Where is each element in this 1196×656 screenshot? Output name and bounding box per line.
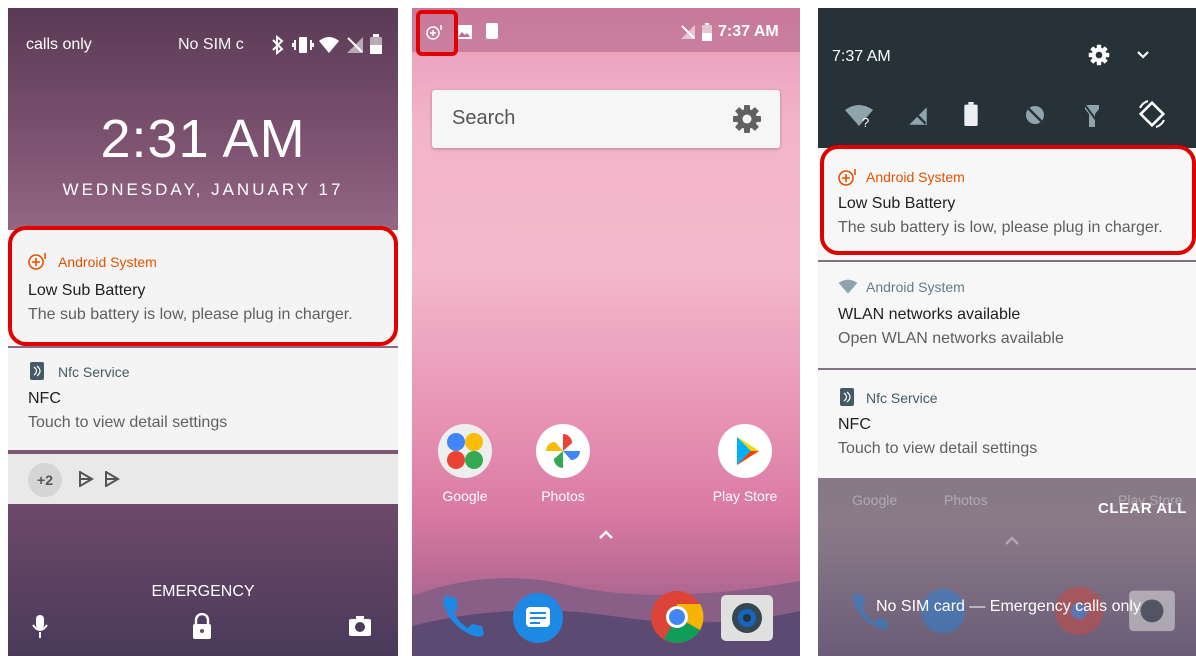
play-store-icon[interactable] [718, 424, 772, 478]
nfc-icon [840, 388, 854, 406]
home-screen: 7:37 AM Search Google Photos Play Store [412, 8, 800, 656]
emergency-button[interactable]: EMERGENCY [8, 583, 398, 601]
bluetooth-icon [270, 35, 286, 55]
shade-time: 7:37 AM [832, 48, 891, 65]
microphone-icon[interactable] [32, 615, 48, 639]
notification-app-name: Nfc Service [58, 364, 130, 380]
messages-icon[interactable] [512, 592, 564, 644]
search-bar[interactable]: Search [432, 90, 780, 148]
wifi-icon [318, 36, 340, 54]
chevron-down-icon[interactable] [1136, 50, 1150, 60]
phone-icon[interactable] [438, 590, 490, 642]
chevron-up-icon [1004, 536, 1020, 546]
battery-icon [702, 23, 712, 41]
notification-app-name: Nfc Service [866, 390, 938, 406]
notification-shade: 7:37 AM ? Android System Low Sub Battery… [818, 8, 1196, 656]
highlight-box [820, 145, 1196, 255]
lock-icon [192, 613, 212, 639]
status-time: 7:37 AM [718, 23, 779, 40]
app-label: Photos [541, 488, 585, 504]
vibrate-icon [292, 36, 314, 54]
status-bar: 7:37 AM [412, 8, 800, 52]
lock-clock: 2:31 AM [100, 109, 306, 169]
wifi-unknown-icon[interactable]: ? [844, 104, 874, 128]
no-signal-icon[interactable] [908, 106, 928, 126]
sim-status-footer: No SIM card — Emergency calls only [876, 598, 1141, 615]
no-signal-icon [346, 36, 364, 54]
notification-body: Open WLAN networks available [838, 330, 1064, 347]
signal-flag-icon [78, 471, 94, 487]
search-label: Search [452, 107, 516, 129]
nfc-icon [30, 362, 44, 380]
do-not-disturb-icon[interactable] [1024, 104, 1046, 126]
notification-overflow-row[interactable]: +2 [8, 454, 398, 504]
chrome-icon[interactable] [650, 590, 704, 644]
nfc-icon [486, 23, 498, 39]
notification-title: NFC [838, 416, 871, 433]
battery-icon[interactable] [964, 102, 978, 126]
flashlight-icon[interactable] [1084, 104, 1100, 128]
photos-icon[interactable] [536, 424, 590, 478]
gear-icon[interactable] [1088, 44, 1110, 66]
svg-text:?: ? [862, 115, 869, 128]
sim-status-text: No SIM c [178, 36, 244, 53]
background-app-label: Google [852, 492, 898, 508]
gear-icon[interactable] [732, 104, 762, 134]
highlight-box [416, 10, 458, 56]
lock-screen: calls only No SIM c 2:31 AM WEDNESDAY, J… [8, 8, 398, 656]
no-signal-icon [680, 24, 696, 40]
lock-date: WEDNESDAY, JANUARY 17 [62, 180, 344, 199]
battery-icon [370, 34, 382, 54]
camera-icon[interactable] [720, 592, 774, 642]
notification-nfc[interactable]: Nfc Service NFC Touch to view detail set… [8, 348, 398, 450]
chevron-up-icon[interactable] [598, 530, 614, 540]
clear-all-button[interactable]: CLEAR ALL [1098, 500, 1187, 517]
background-app-label: Photos [944, 492, 988, 508]
highlight-box [8, 226, 398, 346]
signal-flag-icon [104, 471, 120, 487]
notification-app-name: Android System [866, 279, 965, 295]
image-icon [456, 25, 472, 39]
notification-title: WLAN networks available [838, 306, 1021, 323]
overflow-count-badge: +2 [28, 463, 62, 497]
carrier-text: calls only [26, 36, 92, 53]
app-label: Play Store [712, 488, 778, 504]
app-label: Google [442, 488, 488, 504]
google-folder-icon[interactable] [438, 424, 492, 478]
notification-title: NFC [28, 390, 61, 407]
quick-settings-header: 7:37 AM ? [818, 8, 1196, 148]
notification-body: Touch to view detail settings [838, 440, 1038, 457]
notification-wlan[interactable]: Android System WLAN networks available O… [818, 262, 1196, 368]
camera-icon[interactable] [348, 615, 372, 637]
wifi-unknown-icon [838, 279, 858, 295]
auto-rotate-icon[interactable] [1136, 98, 1168, 130]
status-bar: calls only No SIM c [8, 8, 398, 66]
notification-body: Touch to view detail settings [28, 414, 228, 431]
notification-nfc[interactable]: Nfc Service NFC Touch to view detail set… [818, 370, 1196, 478]
